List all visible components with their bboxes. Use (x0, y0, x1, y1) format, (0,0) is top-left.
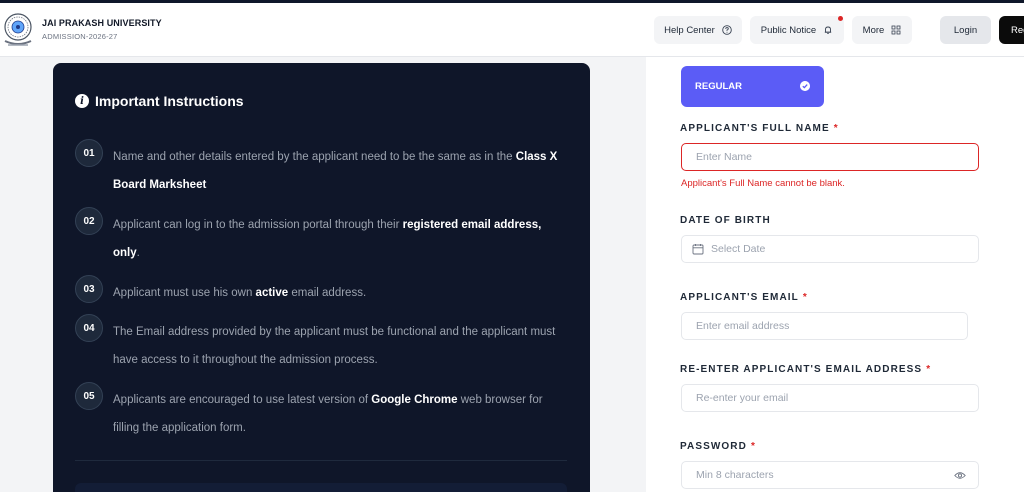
required-asterisk: * (926, 364, 932, 375)
instruction-number: 01 (75, 139, 103, 167)
dob-placeholder: Select Date (711, 243, 766, 255)
check-circle-icon (800, 81, 810, 91)
login-button[interactable]: Login (940, 16, 991, 44)
required-asterisk: * (802, 292, 808, 303)
dob-input[interactable]: Select Date (681, 235, 979, 263)
required-asterisk: * (833, 123, 839, 134)
email-input[interactable]: Enter email address (681, 312, 968, 340)
question-circle-icon (722, 25, 732, 35)
required-asterisk: * (750, 441, 756, 452)
dob-label: DATE OF BIRTH (680, 215, 771, 226)
instruction-text: Name and other details entered by the ap… (113, 151, 558, 191)
instruction-number: 04 (75, 314, 103, 342)
register-button[interactable]: Reg (999, 16, 1024, 44)
instruction-number: 05 (75, 382, 103, 410)
instructions-heading: i Important Instructions (75, 93, 244, 109)
instruction-text: Applicant can log in to the admission po… (113, 219, 542, 259)
notification-dot (838, 16, 843, 21)
help-center-label: Help Center (664, 24, 715, 36)
full-name-label: APPLICANT'S FULL NAME * (680, 123, 839, 134)
full-name-error: Applicant's Full Name cannot be blank. (681, 178, 845, 189)
panel-bottom-box (75, 483, 567, 492)
eye-icon[interactable] (954, 471, 966, 480)
help-center-button[interactable]: Help Center (654, 16, 742, 44)
important-instructions-panel: i Important Instructions 01 Name and oth… (53, 63, 590, 492)
password-input[interactable]: Min 8 characters (681, 461, 979, 489)
more-label: More (862, 24, 885, 36)
university-name: JAI PRAKASH UNIVERSITY (42, 18, 162, 28)
password-placeholder: Min 8 characters (696, 469, 774, 481)
public-notice-button[interactable]: Public Notice (750, 16, 844, 44)
instruction-number: 02 (75, 207, 103, 235)
instructions-title: Important Instructions (95, 93, 244, 109)
instruction-text: Applicants are encouraged to use latest … (113, 394, 543, 434)
admission-session: ADMISSION-2026-27 (42, 32, 118, 41)
grid-icon (891, 25, 901, 35)
instruction-text: Applicant must use his own active email … (113, 287, 367, 299)
password-label: PASSWORD * (680, 441, 756, 452)
university-logo (4, 13, 32, 46)
bell-icon (825, 26, 832, 34)
registration-form: REGULAR APPLICANT'S FULL NAME * Enter Nam… (646, 57, 1024, 492)
public-notice-label: Public Notice (760, 24, 817, 36)
info-icon: i (75, 94, 89, 108)
reemail-label: RE-ENTER APPLICANT'S EMAIL ADDRESS * (680, 364, 932, 375)
instruction-number: 03 (75, 275, 103, 303)
more-button[interactable]: More (852, 16, 912, 44)
email-label: APPLICANT'S EMAIL * (680, 292, 808, 303)
full-name-input[interactable]: Enter Name (681, 143, 979, 171)
panel-divider (75, 460, 567, 461)
reemail-input[interactable]: Re-enter your email (681, 384, 979, 412)
top-header: JAI PRAKASH UNIVERSITY ADMISSION-2026-27… (0, 3, 1024, 57)
regular-label: REGULAR (695, 81, 742, 92)
instruction-text: The Email address provided by the applic… (113, 326, 556, 366)
calendar-icon (692, 244, 704, 255)
regular-category-option[interactable]: REGULAR (681, 66, 824, 107)
